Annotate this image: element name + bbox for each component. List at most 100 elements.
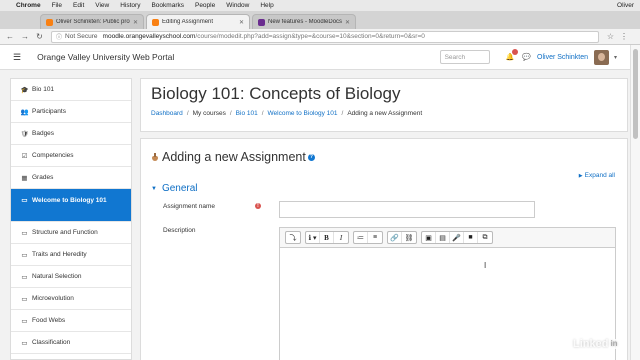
assignment-name-label: Assignment name — [163, 203, 216, 210]
os-user-name[interactable]: Oliver — [617, 2, 634, 9]
sidebar-item-competencies[interactable]: ☑ Competencies — [11, 145, 131, 167]
triangle-down-icon: ▼ — [151, 185, 157, 192]
new-tab-button[interactable] — [358, 14, 376, 29]
menu-bookmarks[interactable]: Bookmarks — [151, 2, 184, 9]
graduation-cap-icon: 🎓 — [20, 86, 29, 94]
avatar[interactable] — [593, 49, 609, 65]
messages-icon[interactable]: 💬 — [522, 53, 531, 61]
sidebar-item-bio-101[interactable]: 🎓 Bio 101 — [11, 79, 131, 101]
help-icon[interactable]: ? — [307, 153, 315, 161]
required-icon: ! — [255, 203, 261, 209]
close-icon[interactable]: ✕ — [239, 19, 244, 26]
menu-people[interactable]: People — [195, 2, 215, 9]
user-name[interactable]: Oliver Schinkten — [537, 54, 588, 61]
folder-icon: ▭ — [21, 339, 28, 347]
hamburger-menu-icon[interactable]: ☰ — [13, 52, 21, 63]
address-bar[interactable]: ⓘ Not Secure moodle.orangevalleyschool.c… — [51, 30, 599, 43]
chevron-down-icon[interactable]: ▾ — [614, 54, 617, 61]
expand-all-link[interactable]: ▶ Expand all — [579, 172, 615, 179]
menu-help[interactable]: Help — [260, 2, 273, 9]
close-icon[interactable]: ✕ — [133, 19, 138, 26]
url-host: moodle.orangevalleyschool.com — [102, 33, 196, 40]
reload-icon[interactable]: ↻ — [36, 32, 43, 41]
folder-icon: ▭ — [21, 229, 28, 237]
watermark-text: Linked — [573, 338, 609, 350]
toolbar-group: ≔ ≡ — [353, 231, 383, 244]
description-editor[interactable]: ⤵ ℹ ▾ B I ≔ ≡ 🔗 ⛓ ▣ ▤ 🎤 ■ ⧉ I — [279, 227, 616, 360]
unordered-list-icon[interactable]: ≔ — [354, 232, 368, 243]
menu-history[interactable]: History — [120, 2, 140, 9]
security-label: Not Secure — [65, 33, 98, 40]
sidebar-item-label: Traits and Heredity — [32, 251, 87, 258]
page-scrollbar[interactable] — [630, 45, 640, 360]
breadcrumb-current: Adding a new Assignment — [347, 110, 423, 117]
sidebar-item-badges[interactable]: 🛡 Badges — [11, 123, 131, 145]
sidebar-item-label: Food Webs — [32, 317, 66, 324]
paragraph-styles-icon[interactable]: ℹ ▾ — [306, 232, 320, 243]
sidebar-item-grades[interactable]: ▦ Grades — [11, 167, 131, 189]
menu-window[interactable]: Window — [226, 2, 249, 9]
breadcrumb-dashboard[interactable]: Dashboard — [151, 110, 183, 117]
link-icon[interactable]: 🔗 — [388, 232, 402, 243]
expand-all-label: Expand all — [584, 172, 615, 179]
site-name[interactable]: Orange Valley University Web Portal — [37, 52, 174, 62]
image-icon[interactable]: ▣ — [422, 232, 436, 243]
close-icon[interactable]: ✕ — [345, 19, 350, 26]
sidebar-item-classification[interactable]: ▭ Classification — [11, 332, 131, 354]
form-heading-text: Adding a new Assignment — [162, 150, 306, 164]
menu-file[interactable]: File — [52, 2, 62, 9]
sidebar-item-label: Competencies — [32, 152, 74, 159]
triangle-right-icon: ▶ — [578, 172, 583, 179]
browser-tab-bar: Oliver Schinkten: Public profile ✕ Editi… — [0, 11, 640, 29]
unlink-icon[interactable]: ⛓ — [402, 232, 416, 243]
media-icon[interactable]: ▤ — [436, 232, 450, 243]
form-heading: Adding a new Assignment ? — [151, 150, 315, 164]
scrollbar-thumb[interactable] — [633, 49, 638, 139]
folder-icon: ▭ — [21, 197, 28, 204]
tab-moodle-docs[interactable]: New features - MoodleDocs ✕ — [252, 14, 356, 29]
sidebar-item-label: Badges — [32, 130, 55, 137]
sidebar-item-participants[interactable]: 👥 Participants — [11, 101, 131, 123]
ordered-list-icon[interactable]: ≡ — [368, 232, 382, 243]
folder-icon: ▭ — [21, 273, 28, 281]
moodledocs-favicon-icon — [258, 18, 265, 26]
assignment-name-input[interactable] — [279, 201, 535, 218]
forward-arrow-icon[interactable]: → — [21, 32, 29, 41]
toolbar-group: ▣ ▤ 🎤 ■ ⧉ — [421, 231, 493, 244]
sidebar-item-microevolution[interactable]: ▭ Microevolution — [11, 288, 131, 310]
notification-bell-icon[interactable]: 🔔 — [506, 49, 519, 61]
bookmark-star-icon[interactable]: ☆ — [607, 32, 614, 41]
notification-badge — [512, 49, 519, 55]
menu-view[interactable]: View — [95, 2, 109, 9]
sidebar-item-traits-and-heredity[interactable]: ▭ Traits and Heredity — [11, 244, 131, 266]
back-arrow-icon[interactable]: ← — [6, 32, 14, 41]
breadcrumb-bio-101[interactable]: Bio 101 — [236, 110, 258, 117]
browser-toolbar: ← → ↻ ⓘ Not Secure moodle.orangevalleysc… — [0, 29, 640, 45]
bold-button[interactable]: B — [320, 232, 334, 243]
menu-edit[interactable]: Edit — [73, 2, 84, 9]
record-audio-icon[interactable]: 🎤 — [450, 232, 464, 243]
sidebar-item-natural-selection[interactable]: ▭ Natural Selection — [11, 266, 131, 288]
show-more-buttons-icon[interactable]: ⤵ — [286, 232, 300, 243]
italic-button[interactable]: I — [334, 232, 348, 243]
sidebar-item-structure-and-function[interactable]: ▭ Structure and Function — [11, 222, 131, 244]
breadcrumb-separator: / — [229, 110, 232, 117]
sidebar-item-food-webs[interactable]: ▭ Food Webs — [11, 310, 131, 332]
tab-label: New features - MoodleDocs — [268, 19, 342, 25]
breadcrumb-welcome[interactable]: Welcome to Biology 101 — [268, 110, 338, 117]
info-icon[interactable]: ⓘ — [56, 32, 62, 41]
record-video-icon[interactable]: ■ — [464, 232, 478, 243]
section-general[interactable]: ▼ General — [151, 183, 198, 194]
search-input[interactable]: Search — [439, 50, 490, 64]
tab-public-profile[interactable]: Oliver Schinkten: Public profile ✕ — [40, 14, 144, 29]
sidebar-item-label: Grades — [32, 174, 54, 181]
manage-files-icon[interactable]: ⧉ — [478, 232, 492, 243]
browser-menu-icon[interactable]: ⋮ — [620, 32, 628, 41]
sidebar-item-welcome-to-biology-101[interactable]: ▭ Welcome to Biology 101 — [11, 189, 131, 222]
site-navbar: ☰ Orange Valley University Web Portal Se… — [0, 45, 630, 70]
breadcrumb-separator: / — [341, 110, 344, 117]
menu-app-name[interactable]: Chrome — [16, 2, 41, 9]
url-path: /course/modedit.php?add=assign&type=&cou… — [195, 33, 425, 40]
tab-editing-assignment[interactable]: Editing Assignment ✕ — [146, 14, 250, 29]
breadcrumb-my-courses: My courses — [192, 110, 226, 117]
